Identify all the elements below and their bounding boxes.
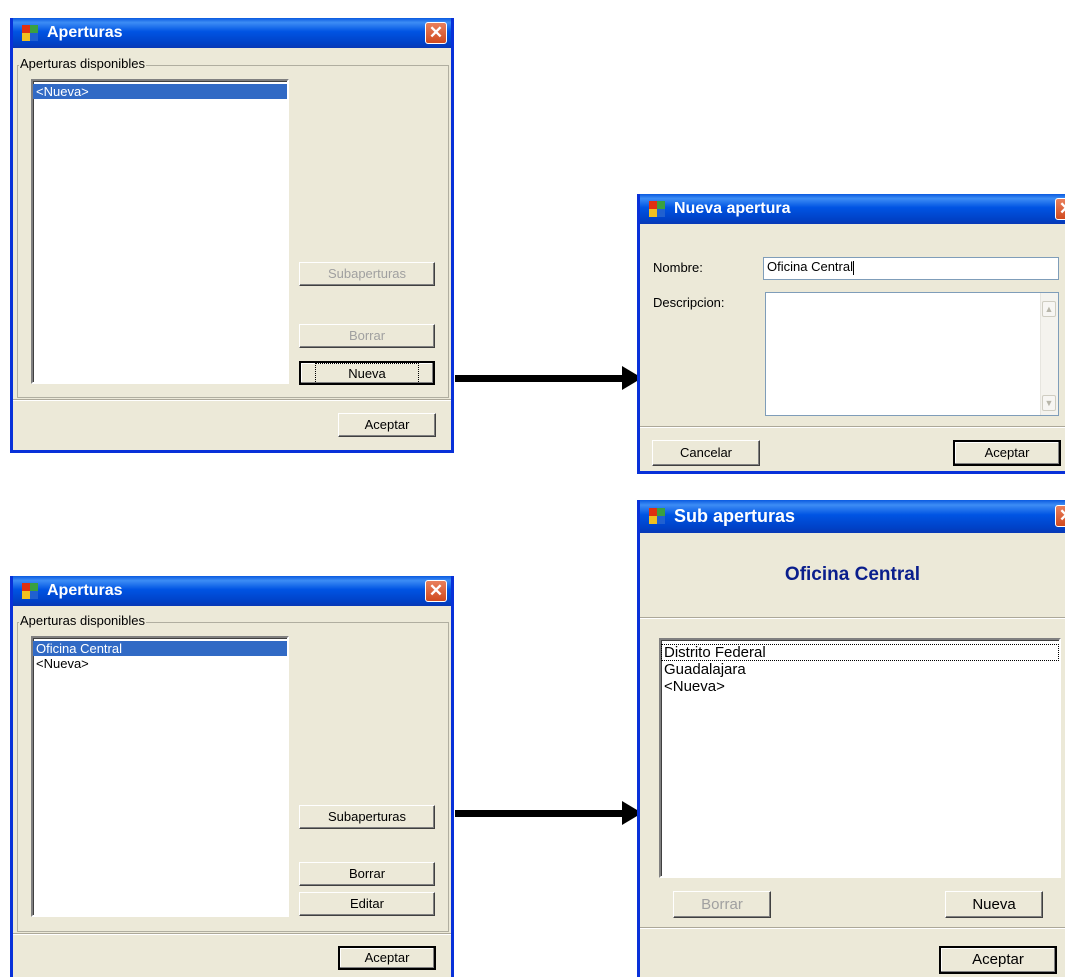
separator xyxy=(640,927,1065,929)
aperturas-window-2: Aperturas ✕ Aperturas disponibles Oficin… xyxy=(10,576,454,977)
aperturas-window-1: Aperturas ✕ Aperturas disponibles <Nueva… xyxy=(10,18,454,453)
aperturas-listbox[interactable]: Oficina Central <Nueva> xyxy=(31,636,289,917)
list-item[interactable]: <Nueva> xyxy=(661,678,1059,695)
close-icon[interactable]: ✕ xyxy=(1055,505,1065,527)
aperturas-listbox[interactable]: <Nueva> xyxy=(31,79,289,384)
arrow-right-icon xyxy=(455,375,625,382)
subaperturas-button[interactable]: Subaperturas xyxy=(299,262,435,286)
nueva-button[interactable]: Nueva xyxy=(299,361,435,385)
nombre-label: Nombre: xyxy=(653,260,703,275)
nombre-value: Oficina Central xyxy=(767,259,853,274)
borrar-button[interactable]: Borrar xyxy=(299,862,435,886)
aceptar-button[interactable]: Aceptar xyxy=(939,946,1057,974)
descripcion-field[interactable]: ▲ ▼ xyxy=(765,292,1059,416)
title-bar[interactable]: Nueva apertura ✕ xyxy=(640,194,1065,224)
text-caret xyxy=(852,260,854,275)
group-label: Aperturas disponibles xyxy=(19,613,147,628)
separator xyxy=(13,399,451,401)
group-label: Aperturas disponibles xyxy=(19,56,147,71)
vertical-scrollbar[interactable]: ▲ ▼ xyxy=(1040,293,1058,415)
window-title: Nueva apertura xyxy=(674,200,791,217)
title-bar[interactable]: Aperturas ✕ xyxy=(13,576,451,606)
aceptar-button[interactable]: Aceptar xyxy=(338,946,436,970)
app-icon xyxy=(649,508,665,524)
scroll-down-icon[interactable]: ▼ xyxy=(1042,395,1056,411)
editar-button[interactable]: Editar xyxy=(299,892,435,916)
close-icon[interactable]: ✕ xyxy=(1055,198,1065,220)
nombre-field[interactable]: Oficina Central xyxy=(763,257,1059,280)
aceptar-button[interactable]: Aceptar xyxy=(338,413,436,437)
scroll-up-icon[interactable]: ▲ xyxy=(1042,301,1056,317)
subaperturas-button[interactable]: Subaperturas xyxy=(299,805,435,829)
arrow-right-icon xyxy=(455,810,625,817)
subaperturas-listbox[interactable]: Distrito Federal Guadalajara <Nueva> xyxy=(659,638,1061,878)
nueva-apertura-window: Nueva apertura ✕ Nombre: Oficina Central… xyxy=(637,194,1065,474)
list-item[interactable]: Distrito Federal xyxy=(661,644,1059,661)
separator xyxy=(640,617,1065,619)
borrar-button[interactable]: Borrar xyxy=(673,891,771,918)
list-item[interactable]: Oficina Central xyxy=(33,641,287,656)
separator xyxy=(13,933,451,935)
close-icon[interactable]: ✕ xyxy=(425,22,447,44)
app-icon xyxy=(22,25,38,41)
close-icon[interactable]: ✕ xyxy=(425,580,447,602)
nueva-button-label: Nueva xyxy=(315,363,419,384)
list-item[interactable]: <Nueva> xyxy=(33,656,287,671)
borrar-button[interactable]: Borrar xyxy=(299,324,435,348)
app-icon xyxy=(22,583,38,599)
title-bar[interactable]: Aperturas ✕ xyxy=(13,18,451,48)
separator xyxy=(640,426,1065,428)
window-title: Aperturas xyxy=(47,24,123,41)
apertura-heading: Oficina Central xyxy=(784,564,921,585)
window-title: Aperturas xyxy=(47,582,123,599)
sub-aperturas-window: Sub aperturas ✕ Oficina Central Distrito… xyxy=(637,500,1065,977)
cancelar-button[interactable]: Cancelar xyxy=(652,440,760,466)
nueva-button[interactable]: Nueva xyxy=(945,891,1043,918)
list-item[interactable]: Guadalajara xyxy=(661,661,1059,678)
title-bar[interactable]: Sub aperturas ✕ xyxy=(640,500,1065,533)
app-icon xyxy=(649,201,665,217)
aceptar-button[interactable]: Aceptar xyxy=(953,440,1061,466)
window-title: Sub aperturas xyxy=(674,506,796,526)
descripcion-label: Descripcion: xyxy=(653,295,725,310)
list-item[interactable]: <Nueva> xyxy=(33,84,287,99)
